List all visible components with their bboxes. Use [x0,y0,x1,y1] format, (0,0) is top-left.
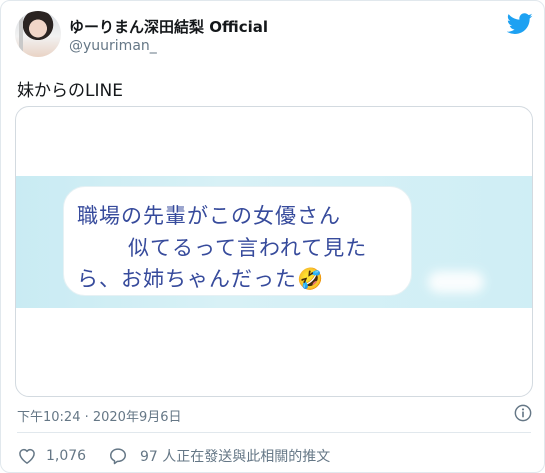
divider [17,432,531,433]
message-line-1: 職場の先輩がこの女優さん [77,204,341,228]
twitter-bird-icon[interactable] [507,13,533,35]
message-line-2: 似てるって言われて見た [128,236,368,260]
tweet-media[interactable]: 職場の先輩がこの女優さん 似てるって言われて見た ら、お姉ちゃんだった🤣 [15,106,533,397]
line-chat-background: 職場の先輩がこの女優さん 似てるって言われて見た ら、お姉ちゃんだった🤣 [16,176,532,308]
conversation-text: 97 人正在發送與此相關的推文 [140,449,331,465]
conversation-link[interactable]: 97 人正在發送與此相關的推文 [108,446,330,466]
line-message-bubble: 職場の先輩がこの女優さん 似てるって言われて見た ら、お姉ちゃんだった🤣 [63,186,412,296]
reply-icon [110,448,126,465]
tweet-card: ゆーりまん深田結梨 Official @yuuriman_ 妹からのLINE 職… [0,0,545,473]
user-handle[interactable]: @yuuriman_ [69,38,157,54]
tweet-text: 妹からのLINE [17,81,123,101]
like-count: 1,076 [46,448,87,464]
heart-icon [19,448,35,464]
display-name[interactable]: ゆーりまん深田結梨 Official [69,16,268,37]
blurred-timestamp [428,271,484,293]
avatar-decoration [19,11,23,57]
like-button[interactable]: 1,076 [17,446,86,466]
info-icon[interactable] [514,404,532,422]
message-line-3: ら、お姉ちゃんだった🤣 [77,267,325,291]
tweet-timestamp[interactable]: 下午10:24 · 2020年9月6日 [17,406,182,425]
avatar[interactable] [15,11,61,57]
